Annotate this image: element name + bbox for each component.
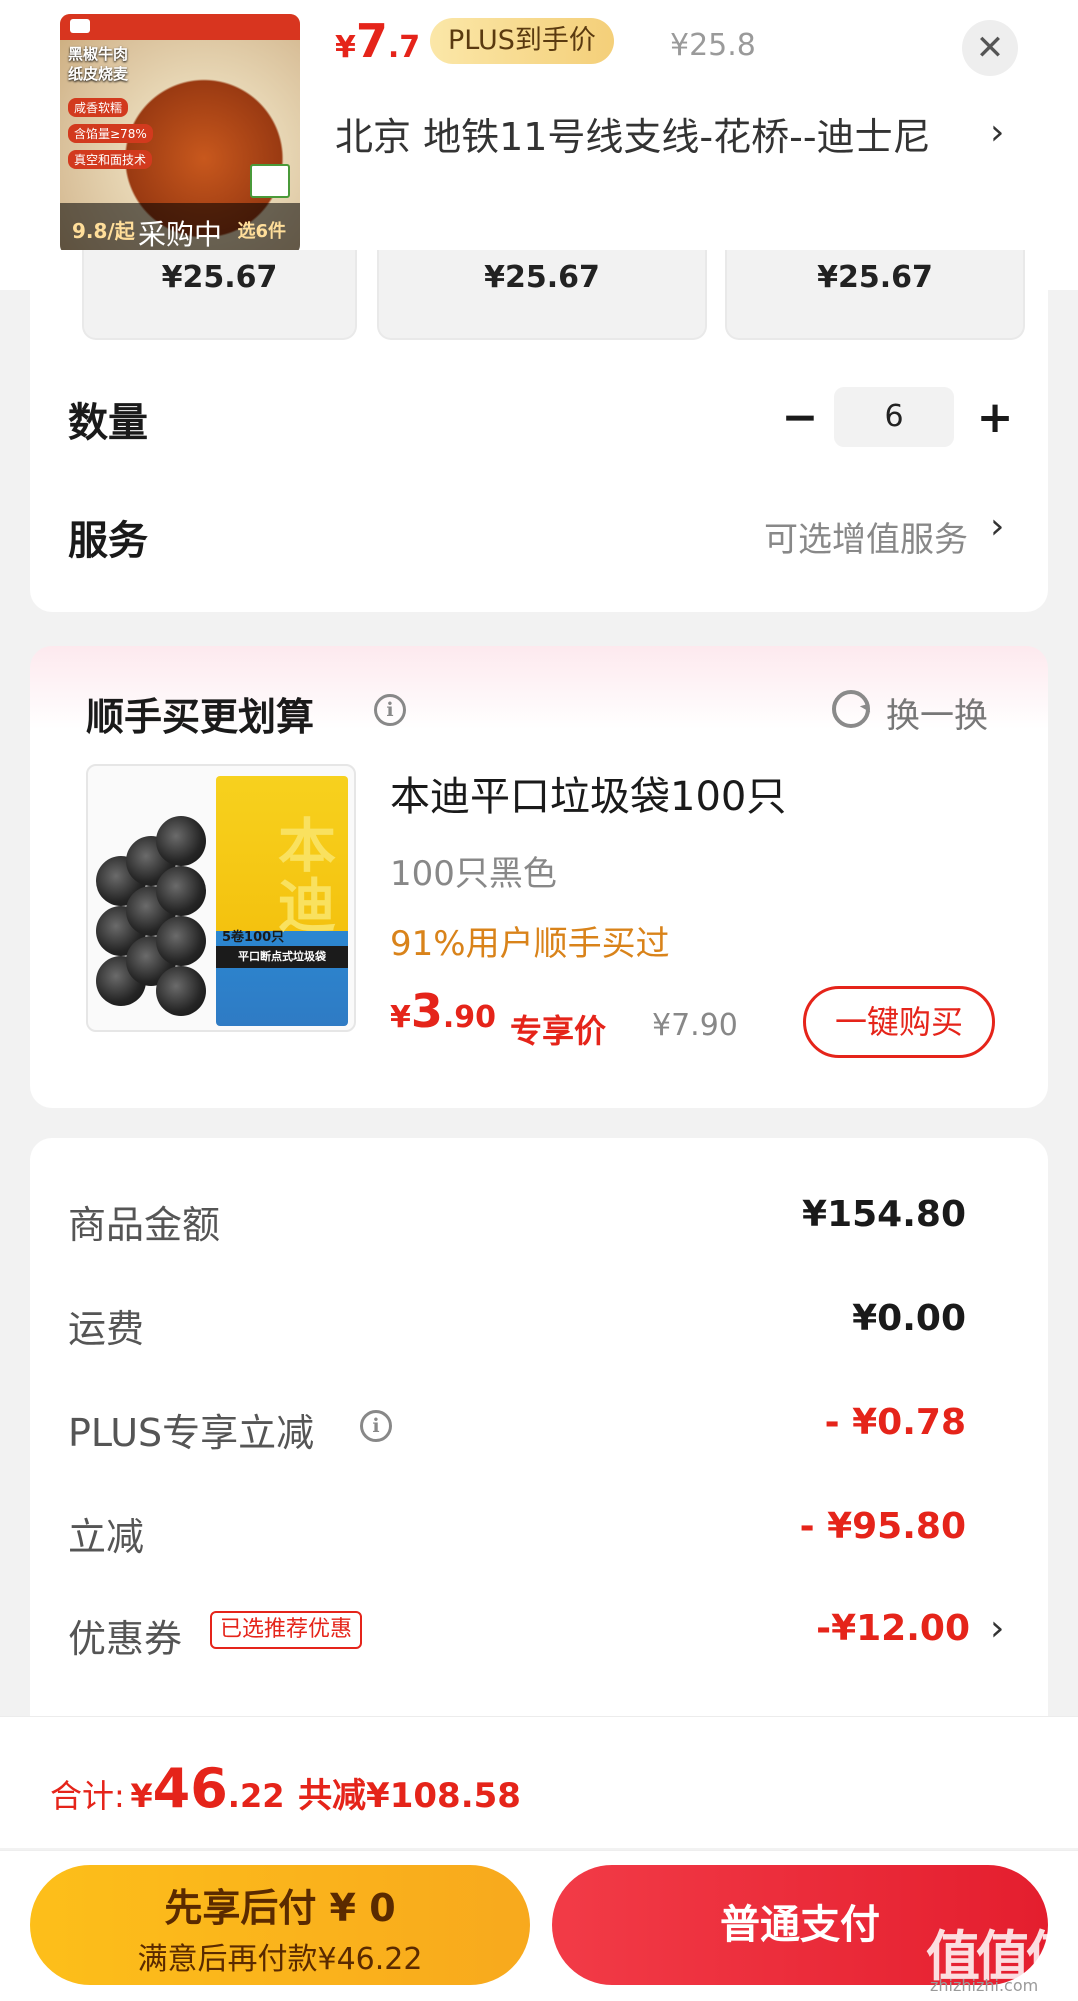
order-total: 合计: ¥46.22 共减¥108.58 bbox=[50, 1757, 521, 1820]
spec-card-price: ¥25.67 bbox=[484, 260, 600, 295]
thumbnail-tag: 咸香软糯 bbox=[68, 98, 129, 117]
total-currency: ¥ bbox=[130, 1777, 153, 1815]
price-decimal: .90 bbox=[442, 1000, 497, 1035]
summary-row-value: ¥0.00 bbox=[852, 1298, 966, 1339]
recommend-product-title[interactable]: 本迪平口垃圾袋100只 bbox=[390, 764, 786, 822]
total-integer: 46 bbox=[152, 1757, 228, 1820]
recommend-product-image[interactable]: 本迪 5卷100只 平口断点式垃圾袋 bbox=[86, 764, 356, 1032]
close-icon: ✕ bbox=[975, 28, 1005, 68]
pack-brand: 本迪 bbox=[278, 812, 337, 940]
price-currency: ¥ bbox=[335, 30, 356, 65]
summary-row-label: PLUS专享立减 bbox=[68, 1411, 315, 1455]
refresh-icon[interactable] bbox=[832, 690, 870, 728]
price-integer: 3 bbox=[410, 984, 443, 1038]
spec-panel: ¥25.67 ¥25.67 ¥25.67 数量 − 6 + 服务 可选增值服务 … bbox=[30, 250, 1048, 612]
coupon-value[interactable]: -¥12.00 bbox=[816, 1608, 970, 1649]
payment-button-bar: 先享后付 ¥ 0 满意后再付款¥46.22 普通支付 bbox=[0, 1850, 1078, 2001]
spec-card-price: ¥25.67 bbox=[817, 260, 933, 295]
swap-button[interactable]: 换一换 bbox=[886, 688, 988, 737]
price-summary-panel: 商品金额 ¥154.80 运费 ¥0.00 PLUS专享立减 i - ¥0.78… bbox=[30, 1138, 1048, 1738]
total-decimal: .22 bbox=[227, 1777, 285, 1815]
package-icon bbox=[250, 164, 290, 198]
pay-later-button[interactable]: 先享后付 ¥ 0 满意后再付款¥46.22 bbox=[30, 1865, 530, 1985]
recommend-original-price: ¥7.90 bbox=[652, 1008, 738, 1043]
trash-bag-package: 本迪 5卷100只 平口断点式垃圾袋 bbox=[216, 776, 348, 1026]
thumbnail-title: 黑椒牛肉 纸皮烧麦 bbox=[68, 45, 129, 83]
service-option-link[interactable]: 可选增值服务 bbox=[764, 512, 968, 561]
brand-logo-icon bbox=[70, 19, 90, 33]
pack-stripe: 平口断点式垃圾袋 bbox=[216, 946, 348, 968]
summary-row-label: 运费 bbox=[68, 1307, 145, 1351]
summary-row-value: - ¥0.78 bbox=[824, 1402, 966, 1443]
chevron-right-icon[interactable]: › bbox=[990, 1608, 1004, 1649]
total-bar: 合计: ¥46.22 共减¥108.58 bbox=[0, 1716, 1078, 1848]
pay-later-title: 先享后付 ¥ 0 bbox=[164, 1886, 396, 1930]
watermark-url: zhizhizhi.com bbox=[930, 1976, 1039, 1995]
spec-card[interactable]: ¥25.67 bbox=[82, 250, 357, 340]
pack-count: 5卷100只 bbox=[222, 930, 285, 945]
info-icon[interactable]: i bbox=[374, 694, 406, 726]
coupon-selected-badge: 已选推荐优惠 bbox=[210, 1611, 363, 1649]
summary-row-label: 商品金额 bbox=[68, 1203, 221, 1247]
recommend-product-spec: 100只黑色 bbox=[390, 854, 557, 894]
close-button[interactable]: ✕ bbox=[962, 20, 1018, 76]
total-label: 合计: bbox=[50, 1777, 125, 1815]
recommend-product-bought: 91%用户顺手买过 bbox=[390, 924, 670, 964]
one-click-buy-button[interactable]: 一键购买 bbox=[803, 986, 995, 1058]
spec-card[interactable]: ¥25.67 bbox=[377, 250, 707, 340]
spec-card-price: ¥25.67 bbox=[161, 260, 278, 295]
product-header: 黑椒牛肉 纸皮烧麦 咸香软糯 含馅量≥78% 真空和面技术 9.8/起 采购中 … bbox=[0, 0, 1078, 290]
price-decimal: .7 bbox=[387, 30, 421, 65]
thumbnail-tag: 含馅量≥78% bbox=[68, 124, 153, 143]
plus-price: ¥7.7 bbox=[335, 14, 420, 68]
quantity-increase-button[interactable]: + bbox=[970, 390, 1020, 450]
price-integer: 7 bbox=[355, 14, 388, 68]
price-currency: ¥ bbox=[390, 1000, 411, 1035]
delivery-address[interactable]: 北京 地铁11号线支线-花桥--迪士尼 bbox=[335, 110, 985, 164]
summary-row-label: 优惠券 bbox=[68, 1617, 183, 1661]
summary-row-value: - ¥95.80 bbox=[799, 1506, 966, 1547]
recommend-product-price: ¥3.90 bbox=[390, 984, 496, 1038]
thumbnail-tag: 真空和面技术 bbox=[68, 150, 153, 169]
purchasing-band: 9.8/起 采购中 选6件 bbox=[60, 203, 300, 255]
total-saved: 共减¥108.58 bbox=[298, 1776, 521, 1816]
quantity-decrease-button[interactable]: − bbox=[775, 390, 825, 450]
quantity-label: 数量 bbox=[68, 400, 148, 446]
band-pick: 选6件 bbox=[237, 221, 286, 242]
chevron-right-icon[interactable]: › bbox=[990, 506, 1004, 547]
original-price: ¥25.8 bbox=[670, 28, 756, 63]
pay-later-subtitle: 满意后再付款¥46.22 bbox=[137, 1942, 423, 1977]
exclusive-price-label: 专享价 bbox=[510, 1012, 607, 1050]
plus-price-badge: PLUS到手价 bbox=[430, 18, 614, 64]
product-thumbnail[interactable]: 黑椒牛肉 纸皮烧麦 咸香软糯 含馅量≥78% 真空和面技术 9.8/起 采购中 … bbox=[60, 14, 300, 255]
chevron-right-icon[interactable]: › bbox=[990, 112, 1004, 153]
recommend-title: 顺手买更划算 bbox=[86, 695, 315, 739]
recommend-panel: 顺手买更划算 i 换一换 本迪 5卷100只 平口断点式垃圾袋 本迪平口垃圾袋1… bbox=[30, 646, 1048, 1108]
summary-row-label: 立减 bbox=[68, 1515, 145, 1559]
brand-strip bbox=[60, 14, 300, 40]
spec-card[interactable]: ¥25.67 bbox=[725, 250, 1025, 340]
service-label: 服务 bbox=[68, 518, 148, 564]
summary-row-value: ¥154.80 bbox=[802, 1194, 966, 1235]
quantity-input[interactable]: 6 bbox=[834, 387, 954, 447]
info-icon[interactable]: i bbox=[360, 1410, 392, 1442]
